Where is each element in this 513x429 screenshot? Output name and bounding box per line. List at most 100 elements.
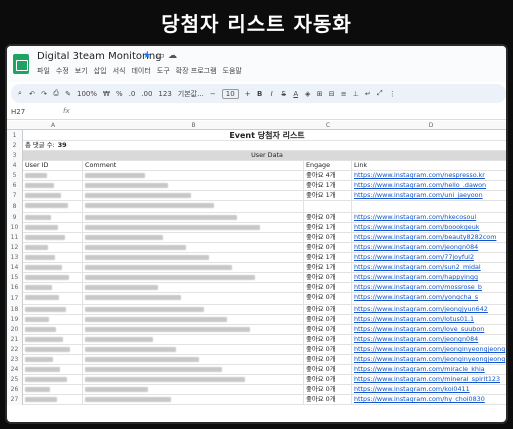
comment-cell[interactable]	[83, 385, 304, 394]
comment-cell[interactable]	[83, 375, 304, 384]
link-cell[interactable]: https://www.instagram.com/hkecosoul	[352, 213, 506, 222]
user-id-cell[interactable]	[23, 385, 83, 394]
decimal-increase-icon[interactable]: .00	[141, 90, 152, 98]
row-number[interactable]: 16	[7, 283, 23, 293]
row-number[interactable]: 25	[7, 375, 23, 385]
user-id-cell[interactable]	[23, 305, 83, 314]
comment-cell[interactable]	[83, 263, 304, 272]
row-number[interactable]: 17	[7, 293, 23, 305]
link-cell[interactable]: https://www.instagram.com/love_suubon	[352, 325, 506, 334]
text-color-icon[interactable]: A	[293, 90, 299, 98]
row-number[interactable]: 19	[7, 315, 23, 325]
link-cell[interactable]: https://www.instagram.com/77joyful2	[352, 253, 506, 262]
row-number[interactable]: 6	[7, 181, 23, 191]
link-cell[interactable]: https://www.instagram.com/hy_choi0830	[352, 395, 506, 404]
strikethrough-icon[interactable]: S	[281, 90, 287, 98]
link-cell[interactable]: https://www.instagram.com/jeonginyeongje…	[352, 345, 506, 354]
user-id-cell[interactable]	[23, 335, 83, 344]
paint-format-icon[interactable]: ✎	[65, 90, 71, 98]
row-number[interactable]: 4	[7, 161, 23, 171]
comment-cell[interactable]	[83, 191, 304, 200]
zoom-select[interactable]: 100%	[77, 90, 97, 98]
comment-cell[interactable]	[83, 273, 304, 282]
engage-cell[interactable]: 좋아요 0개	[304, 273, 352, 282]
comment-cell[interactable]	[83, 395, 304, 404]
comment-cell[interactable]	[83, 181, 304, 190]
sheet-title[interactable]: Event 당첨자 리스트	[23, 130, 506, 140]
comment-cell[interactable]	[83, 355, 304, 364]
engage-cell[interactable]: 좋아요 4개	[304, 171, 352, 180]
link-cell[interactable]: https://www.instagram.com/lotus01.1	[352, 315, 506, 324]
row-number[interactable]: 5	[7, 171, 23, 181]
link-cell[interactable]: https://www.instagram.com/beauty8282com	[352, 233, 506, 242]
user-id-cell[interactable]	[23, 191, 83, 200]
engage-cell[interactable]: 좋아요 0개	[304, 375, 352, 384]
search-icon[interactable]: ⌕	[17, 89, 23, 98]
merge-cells-icon[interactable]: ⊟	[329, 90, 335, 98]
link-cell[interactable]: https://www.instagram.com/nespresso.kr	[352, 171, 506, 180]
font-size-input[interactable]: 10	[221, 88, 239, 99]
comment-cell[interactable]	[83, 293, 304, 304]
menu-extensions[interactable]: 확장 프로그램	[176, 66, 217, 76]
comment-cell[interactable]	[83, 345, 304, 354]
engage-cell[interactable]: 좋아요 0개	[304, 385, 352, 394]
cloud-icon[interactable]: ☁	[168, 51, 177, 62]
row-number[interactable]: 8	[7, 201, 23, 213]
cell-reference[interactable]: H27	[11, 108, 25, 116]
row-number[interactable]: 3	[7, 151, 23, 161]
engage-cell[interactable]: 좋아요 0개	[304, 283, 352, 292]
sheets-logo-icon[interactable]	[13, 54, 29, 74]
link-cell[interactable]	[352, 201, 506, 212]
column-header-b[interactable]: B	[83, 122, 304, 129]
percent-icon[interactable]: %	[116, 90, 123, 98]
user-id-cell[interactable]	[23, 243, 83, 252]
link-cell[interactable]: https://www.instagram.com/jeongn084	[352, 335, 506, 344]
menu-insert[interactable]: 삽입	[94, 66, 107, 76]
decimal-decrease-icon[interactable]: .0	[129, 90, 136, 98]
link-cell[interactable]: https://www.instagram.com/boookgeuk	[352, 223, 506, 232]
user-id-cell[interactable]	[23, 325, 83, 334]
user-id-cell[interactable]	[23, 263, 83, 272]
link-cell[interactable]: https://www.instagram.com/sun2_midal	[352, 263, 506, 272]
user-id-cell[interactable]	[23, 181, 83, 190]
engage-header[interactable]: Engage	[304, 161, 352, 170]
row-number[interactable]: 24	[7, 365, 23, 375]
menu-tools[interactable]: 도구	[157, 66, 170, 76]
user-id-cell[interactable]	[23, 213, 83, 222]
menu-edit[interactable]: 수정	[56, 66, 69, 76]
engage-cell[interactable]: 좋아요 0개	[304, 233, 352, 242]
row-number[interactable]: 18	[7, 305, 23, 315]
user-id-cell[interactable]	[23, 395, 83, 404]
user-id-cell[interactable]	[23, 233, 83, 242]
star-icon[interactable]: ★	[143, 51, 151, 62]
column-header-c[interactable]: C	[304, 122, 352, 129]
link-cell[interactable]: https://www.instagram.com/uni_jaeyoon	[352, 191, 506, 200]
user-id-cell[interactable]	[23, 365, 83, 374]
row-number[interactable]: 1	[7, 130, 23, 141]
engage-cell[interactable]: 좋아요 1개	[304, 263, 352, 272]
comment-cell[interactable]	[83, 283, 304, 292]
engage-cell[interactable]: 좋아요 0개	[304, 335, 352, 344]
engage-cell[interactable]: 좋아요 0개	[304, 213, 352, 222]
number-format-icon[interactable]: 123	[158, 90, 171, 98]
user-id-cell[interactable]	[23, 375, 83, 384]
column-header-a[interactable]: A	[23, 122, 83, 129]
user-id-cell[interactable]	[23, 283, 83, 292]
section-title[interactable]: User Data	[23, 151, 506, 160]
row-number[interactable]: 15	[7, 273, 23, 283]
menu-help[interactable]: 도움말	[223, 66, 242, 76]
print-icon[interactable]: ⎙	[53, 89, 59, 98]
link-cell[interactable]: https://www.instagram.com/mineral_spirit…	[352, 375, 506, 384]
user-id-cell[interactable]	[23, 171, 83, 180]
row-number[interactable]: 9	[7, 213, 23, 223]
comment-cell[interactable]	[83, 315, 304, 324]
user-id-cell[interactable]	[23, 201, 83, 212]
row-number[interactable]: 10	[7, 223, 23, 233]
engage-cell[interactable]: 좋아요 0개	[304, 293, 352, 304]
redo-icon[interactable]: ↷	[41, 90, 47, 98]
comment-cell[interactable]	[83, 223, 304, 232]
engage-cell[interactable]: 좋아요 1개	[304, 181, 352, 190]
font-size-decrease-icon[interactable]: −	[210, 90, 216, 98]
link-cell[interactable]: https://www.instagram.com/jeonginyeongje…	[352, 355, 506, 364]
menu-view[interactable]: 보기	[75, 66, 88, 76]
